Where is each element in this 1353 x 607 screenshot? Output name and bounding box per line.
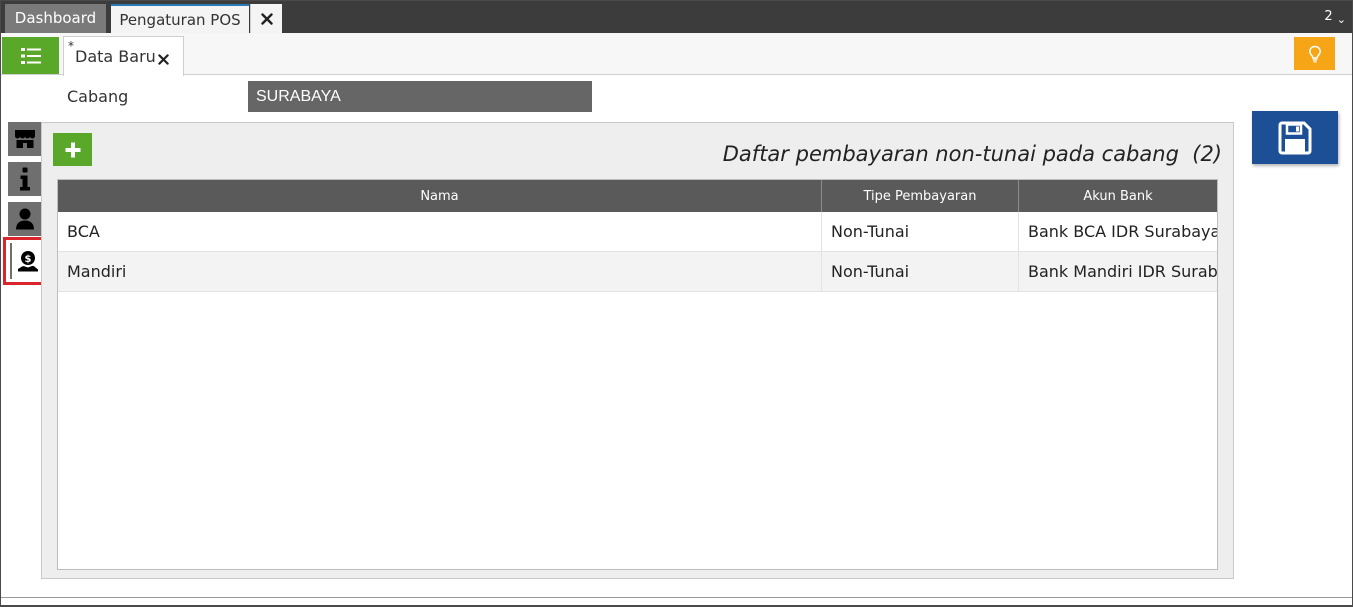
document-tab-bar: * Data Baru [1, 33, 1352, 76]
tab-pengaturan-pos[interactable]: Pengaturan POS [111, 4, 249, 33]
cabang-label: Cabang [67, 87, 129, 106]
doc-tab-data-baru[interactable]: * Data Baru [63, 36, 184, 76]
save-button[interactable] [1252, 111, 1338, 164]
close-doc-tab-button[interactable] [158, 50, 169, 69]
column-header-tipe-pembayaran[interactable]: Tipe Pembayaran [822, 180, 1019, 212]
table-row[interactable]: BCA Non-Tunai Bank BCA IDR Surabaya... [58, 212, 1217, 252]
close-tab-button[interactable] [250, 4, 282, 33]
bottom-divider [1, 597, 1352, 598]
column-header-akun-bank[interactable]: Akun Bank [1019, 180, 1217, 212]
tab-count-label: 2 [1324, 9, 1333, 24]
info-icon [19, 167, 30, 191]
cell-nama: BCA [58, 212, 822, 252]
chevron-down-icon: ⌄ [1336, 13, 1346, 26]
doc-tab-label: Data Baru [75, 47, 156, 66]
nav-store-button[interactable] [8, 122, 41, 156]
cabang-field[interactable]: SURABAYA [248, 81, 592, 112]
cell-akun-bank: Bank Mandiri IDR Surab... [1028, 262, 1217, 281]
nav-info-button[interactable] [8, 162, 41, 196]
user-icon [15, 208, 34, 230]
svg-text:$: $ [24, 254, 31, 265]
modified-indicator: * [68, 39, 74, 53]
close-icon [260, 12, 273, 25]
payment-list-panel: Daftar pembayaran non-tunai pada cabang … [41, 122, 1234, 579]
close-icon [158, 54, 169, 65]
nav-payment-button[interactable]: $ [10, 243, 43, 279]
table-header: Nama Tipe Pembayaran Akun Bank [58, 180, 1217, 212]
cell-nama: Mandiri [58, 252, 822, 292]
app-window: Dashboard Pengaturan POS 2 ⌄ * Data Baru… [0, 0, 1353, 607]
add-payment-button[interactable] [53, 133, 92, 166]
cell-tipe-pembayaran: Non-Tunai [822, 212, 1019, 252]
open-tabs-dropdown[interactable]: 2 ⌄ [1324, 9, 1346, 26]
top-tab-bar: Dashboard Pengaturan POS 2 ⌄ [1, 1, 1352, 33]
store-icon [14, 130, 35, 148]
payment-table: Nama Tipe Pembayaran Akun Bank BCA Non-T… [57, 179, 1218, 570]
menu-button[interactable] [2, 37, 59, 74]
table-row[interactable]: Mandiri Non-Tunai Bank Mandiri IDR Surab… [58, 252, 1217, 292]
tips-button[interactable] [1294, 37, 1335, 70]
lightbulb-icon [1308, 45, 1321, 62]
floppy-disk-icon [1278, 121, 1312, 154]
nav-user-button[interactable] [8, 202, 41, 236]
cell-akun-bank: Bank BCA IDR Surabaya... [1028, 222, 1217, 241]
tab-dashboard[interactable]: Dashboard [5, 4, 106, 33]
panel-title: Daftar pembayaran non-tunai pada cabang … [722, 142, 1222, 166]
column-header-nama[interactable]: Nama [58, 180, 822, 212]
plus-icon [65, 142, 80, 157]
cell-tipe-pembayaran: Non-Tunai [822, 252, 1019, 292]
list-icon [20, 47, 41, 64]
money-hand-icon: $ [17, 251, 38, 272]
